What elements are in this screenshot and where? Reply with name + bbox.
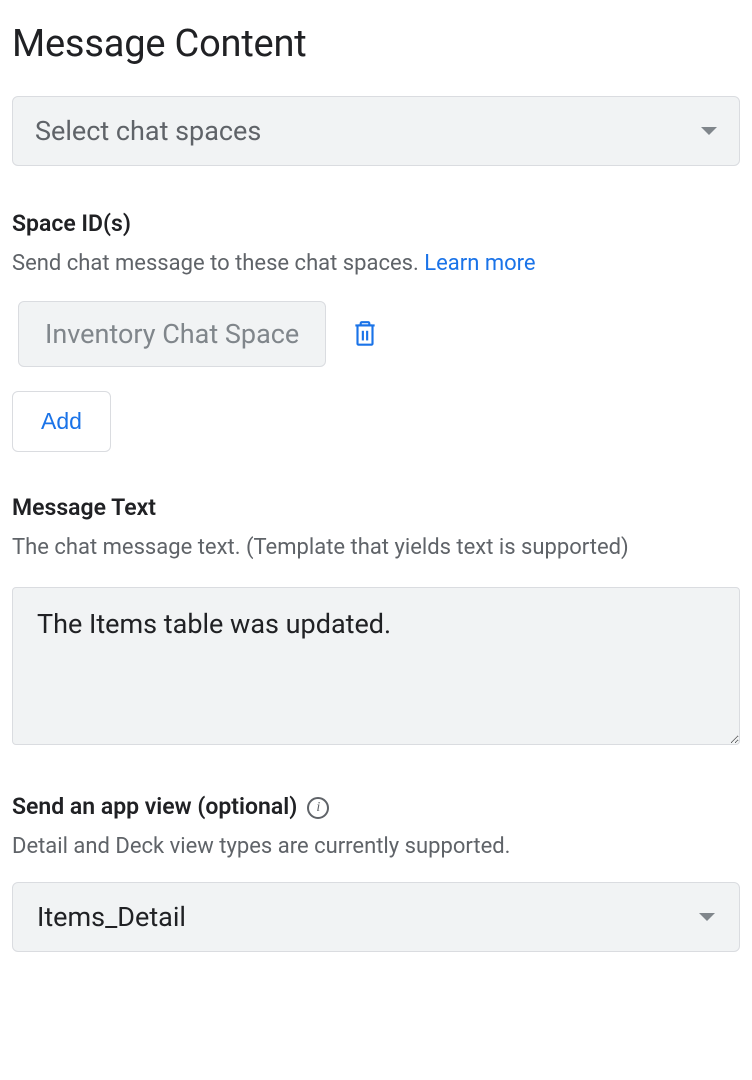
message-text-help: The chat message text. (Template that yi… <box>12 531 740 565</box>
space-ids-help-text: Send chat message to these chat spaces. <box>12 251 424 276</box>
app-view-select[interactable]: Items_Detail <box>12 882 740 952</box>
delete-space-id-button[interactable] <box>348 315 382 353</box>
learn-more-link[interactable]: Learn more <box>424 251 535 276</box>
info-icon[interactable]: i <box>307 797 329 819</box>
chevron-down-icon <box>701 127 717 135</box>
page-title: Message Content <box>12 22 740 66</box>
space-id-chip[interactable]: Inventory Chat Space <box>18 301 326 367</box>
chat-spaces-select-placeholder: Select chat spaces <box>35 115 261 147</box>
space-ids-help: Send chat message to these chat spaces. … <box>12 247 740 281</box>
message-text-label: Message Text <box>12 494 740 521</box>
app-view-selected: Items_Detail <box>37 901 186 933</box>
chevron-down-icon <box>699 913 715 921</box>
app-view-help: Detail and Deck view types are currently… <box>12 830 740 864</box>
add-space-id-button[interactable]: Add <box>12 391 111 452</box>
message-text-input[interactable] <box>12 587 740 745</box>
app-view-label: Send an app view (optional) <box>12 793 297 820</box>
space-ids-label: Space ID(s) <box>12 210 740 237</box>
trash-icon <box>352 319 378 349</box>
chat-spaces-select[interactable]: Select chat spaces <box>12 96 740 166</box>
